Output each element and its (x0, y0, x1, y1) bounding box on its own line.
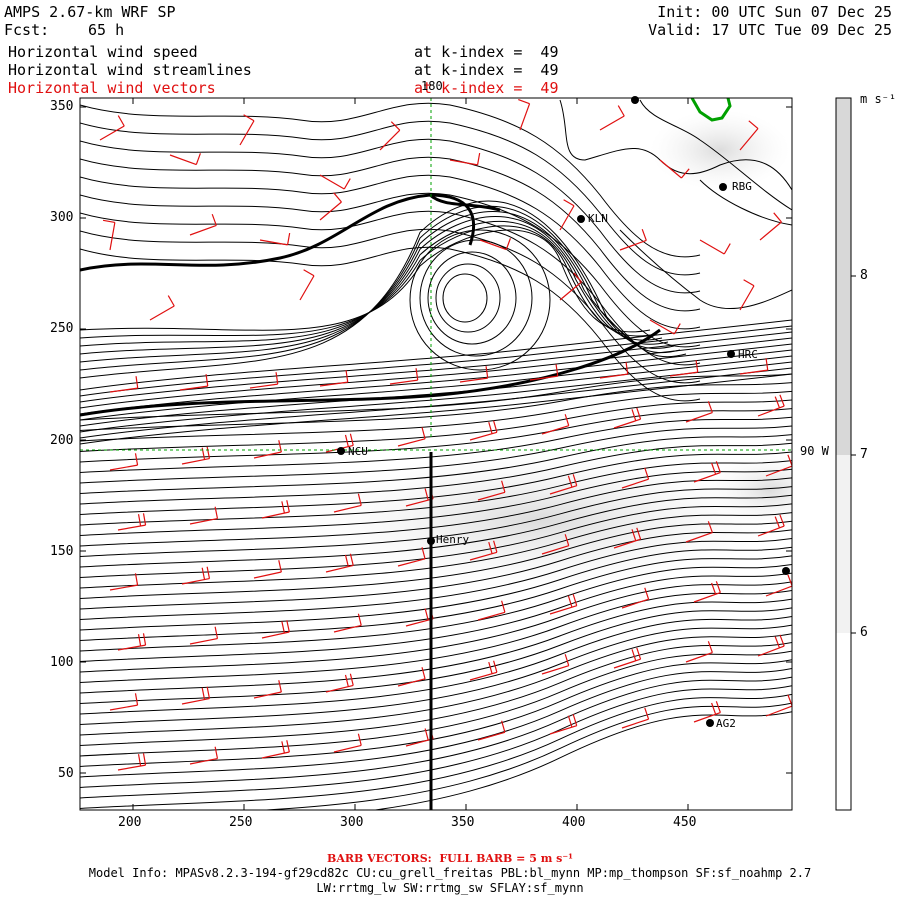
station-east (782, 567, 790, 575)
colorbar-label-8: 8 (860, 268, 868, 283)
y-tick-100: 100 (50, 655, 74, 670)
y-tick-350: 350 (50, 99, 74, 114)
model-info: Model Info: MPASv8.2.3-194-gf29cd82c CU:… (88, 866, 812, 880)
station-label-ncu: NCU (348, 445, 368, 458)
station-ag2 (706, 719, 714, 727)
y-tick-150: 150 (50, 544, 74, 559)
station-kln (577, 215, 585, 223)
station-label-ag2: AG2 (716, 717, 736, 730)
x-tick-300: 300 (340, 815, 364, 830)
y-tick-200: 200 (50, 433, 74, 448)
x-tick-200: 200 (118, 815, 142, 830)
station-label-henry: Henry (436, 533, 470, 546)
speed-shade-north (650, 110, 790, 190)
x-tick-450: 450 (673, 815, 697, 830)
station-vt (631, 96, 639, 104)
colorbar-label-6: 6 (860, 625, 868, 640)
station-ncu (337, 447, 345, 455)
meridian-label: 180 (421, 79, 443, 93)
y-tick-50: 50 (58, 766, 74, 781)
colorbar-unit: m s⁻¹ (860, 92, 897, 106)
colorbar-band-high (836, 98, 851, 456)
station-hrc (727, 350, 735, 358)
map-plot (79, 96, 856, 811)
station-label-hrc: HRC (738, 348, 758, 361)
y-tick-250: 250 (50, 321, 74, 336)
parallel-label: 90 W (800, 444, 829, 458)
y-tick-300: 300 (50, 210, 74, 225)
station-label-rbg: RBG (732, 180, 752, 193)
colorbar-band-mid (836, 455, 851, 633)
station-label-kln: KLN (588, 212, 608, 225)
colorbar-label-7: 7 (860, 447, 868, 462)
x-tick-400: 400 (562, 815, 586, 830)
station-henry (427, 537, 435, 545)
colorbar (835, 97, 856, 811)
model-info-line2: LW:rrtmg_lw SW:rrtmg_sw SFLAY:sf_mynn (316, 881, 584, 895)
x-tick-250: 250 (229, 815, 253, 830)
station-rbg (719, 183, 727, 191)
barb-legend: BARB VECTORS: FULL BARB = 5 m s⁻¹ (327, 852, 573, 865)
x-tick-350: 350 (451, 815, 475, 830)
